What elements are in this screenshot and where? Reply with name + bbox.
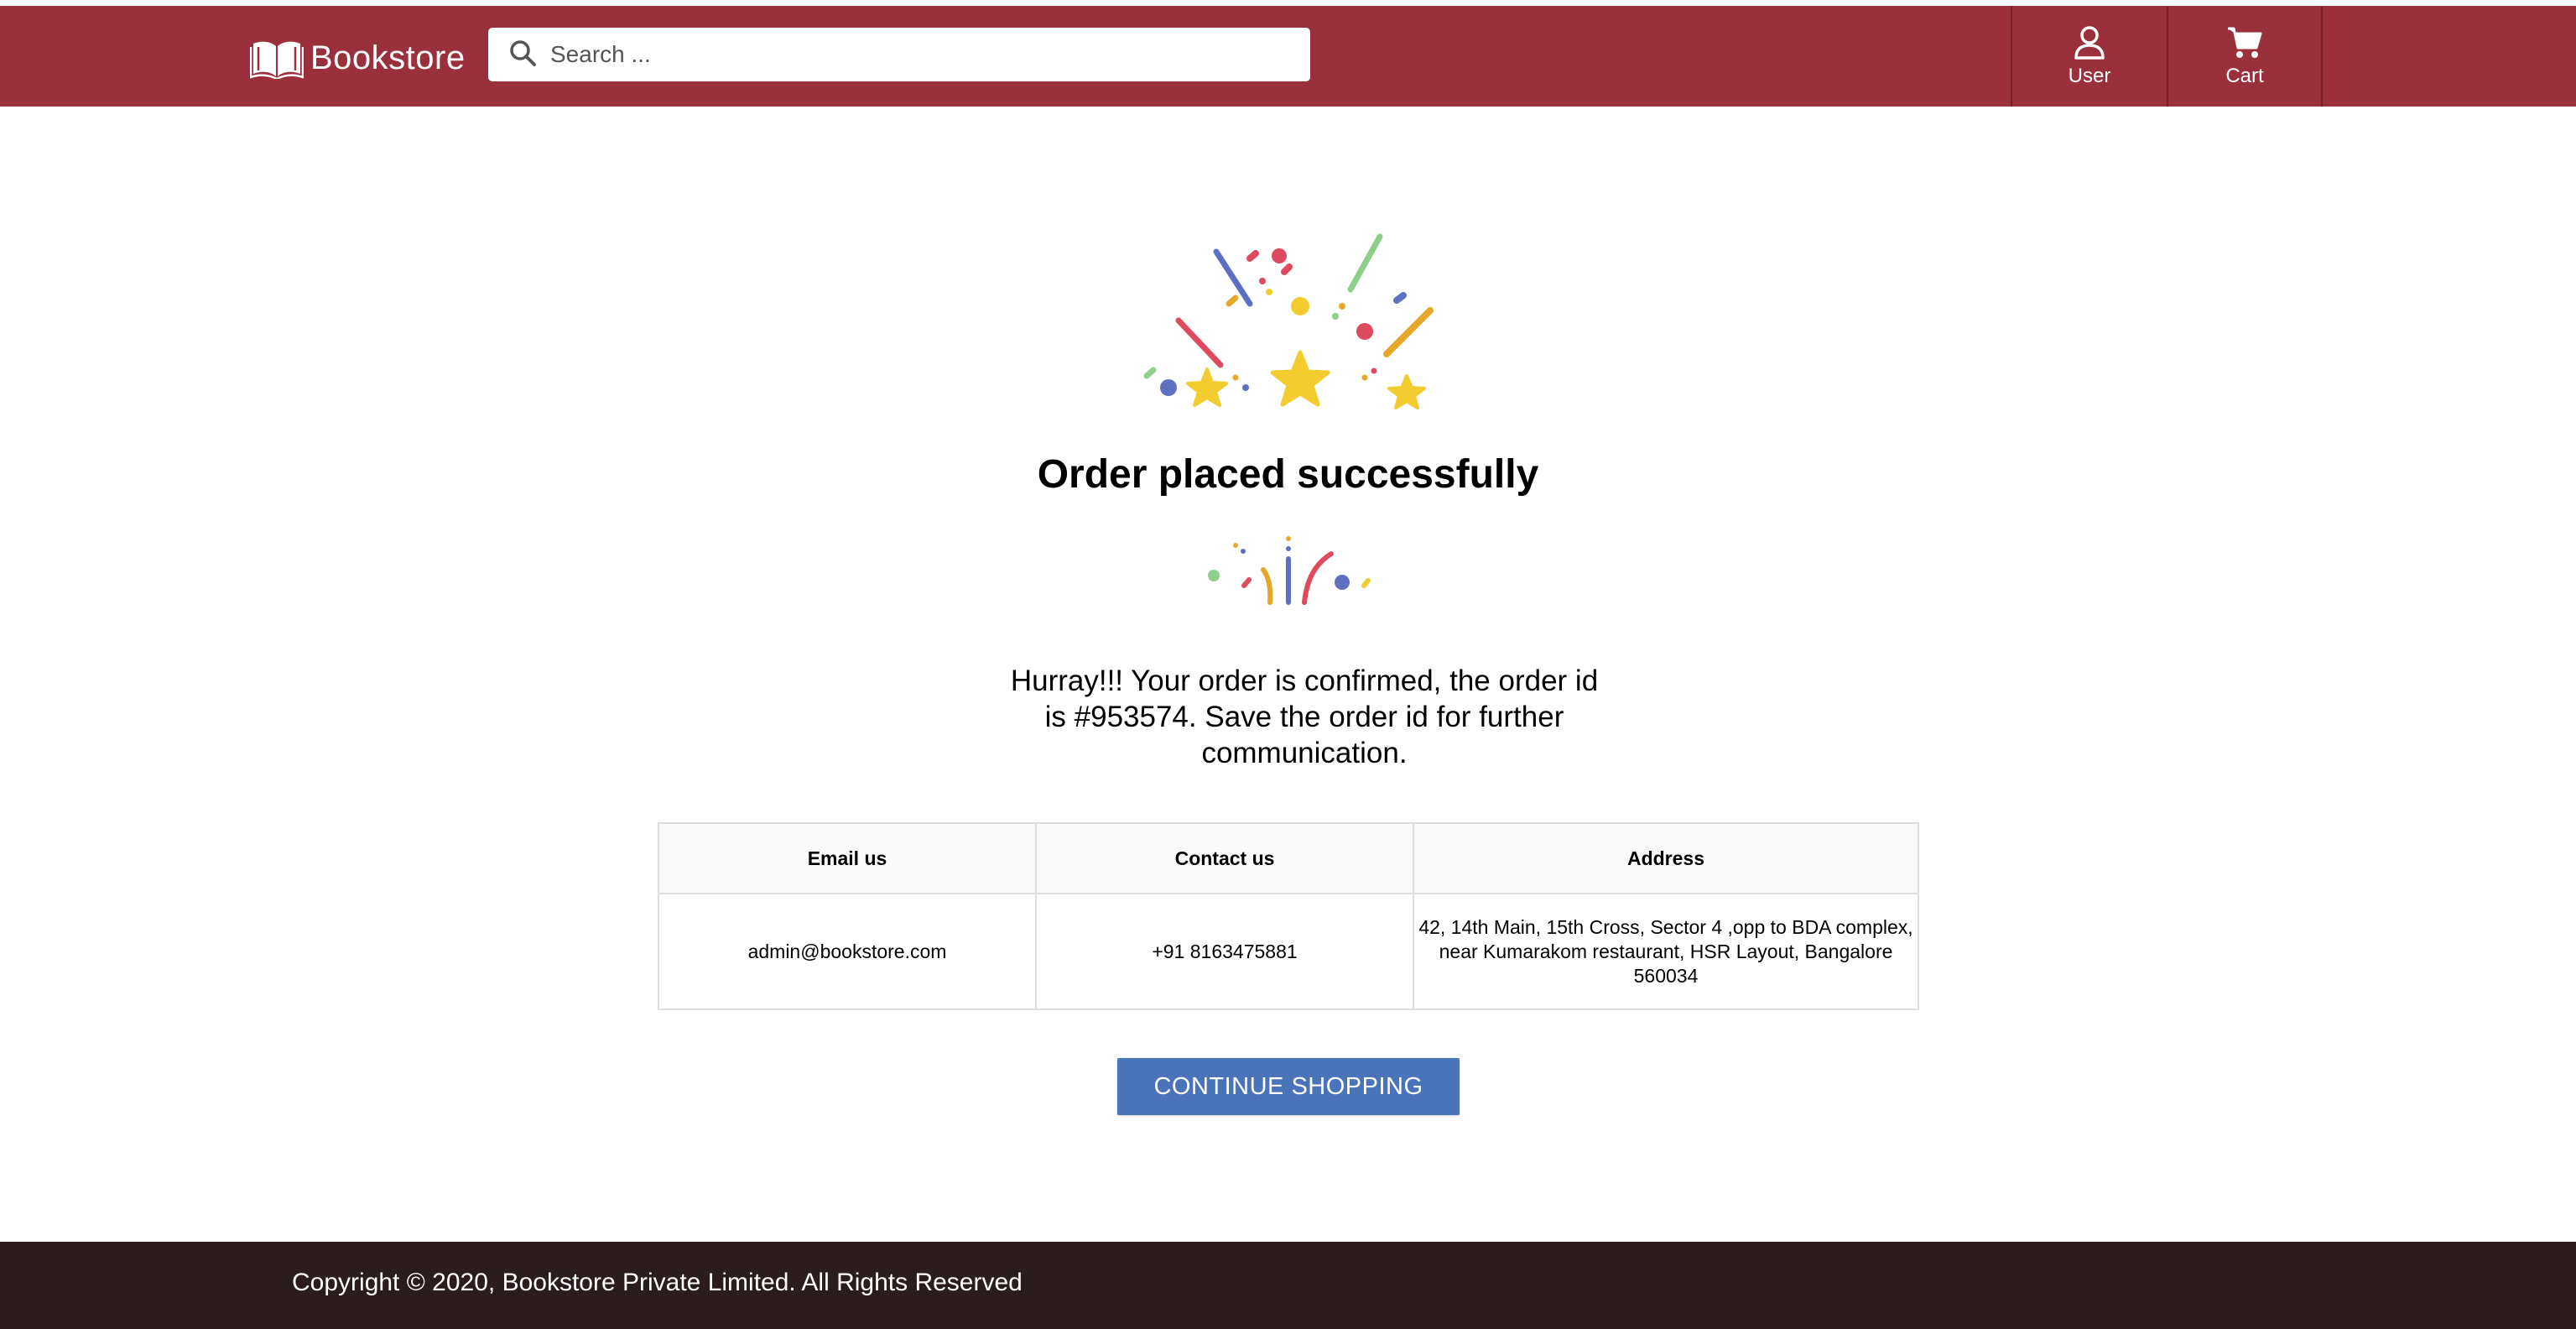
user-label: User [2068, 65, 2111, 87]
cart-icon [2226, 24, 2263, 61]
navbar: Bookstore User [0, 6, 2576, 107]
copyright-text: Copyright © 2020, Bookstore Private Limi… [292, 1269, 1023, 1296]
brand-logo[interactable]: Bookstore [250, 34, 466, 81]
user-button[interactable]: User [2011, 6, 2167, 107]
open-book-icon [250, 37, 304, 79]
order-success-page: Bookstore User [0, 0, 2576, 1329]
table-row: admin@bookstore.com +91 8163475881 42, 1… [658, 893, 1919, 1010]
email-header: Email us [658, 822, 1037, 894]
address-header: Address [1413, 822, 1919, 894]
contact-table: Email us Contact us Address admin@bookst… [658, 822, 1919, 1010]
top-strip [0, 0, 2576, 6]
confetti-stars-icon [1137, 227, 1439, 428]
email-cell: admin@bookstore.com [658, 893, 1037, 1010]
cart-label: Cart [2225, 65, 2264, 87]
brand-name: Bookstore [310, 39, 466, 76]
search-icon [488, 39, 537, 71]
user-icon [2071, 24, 2108, 61]
search-bar [488, 28, 1310, 81]
address-cell: 42, 14th Main, 15th Cross, Sector 4 ,opp… [1413, 893, 1919, 1010]
footer: Copyright © 2020, Bookstore Private Limi… [0, 1242, 2576, 1329]
page-title: Order placed successfully [1037, 452, 1539, 497]
contact-cell: +91 8163475881 [1035, 893, 1414, 1010]
search-input[interactable] [549, 33, 1290, 76]
contact-header: Contact us [1035, 822, 1414, 894]
confetti-burst-icon [1200, 525, 1376, 609]
order-confirmation-message: Hurray!!! Your order is confirmed, the o… [1010, 664, 1599, 769]
cart-button[interactable]: Cart [2167, 6, 2323, 107]
table-header-row: Email us Contact us Address [658, 822, 1919, 894]
continue-shopping-button[interactable]: CONTINUE SHOPPING [1117, 1058, 1460, 1115]
